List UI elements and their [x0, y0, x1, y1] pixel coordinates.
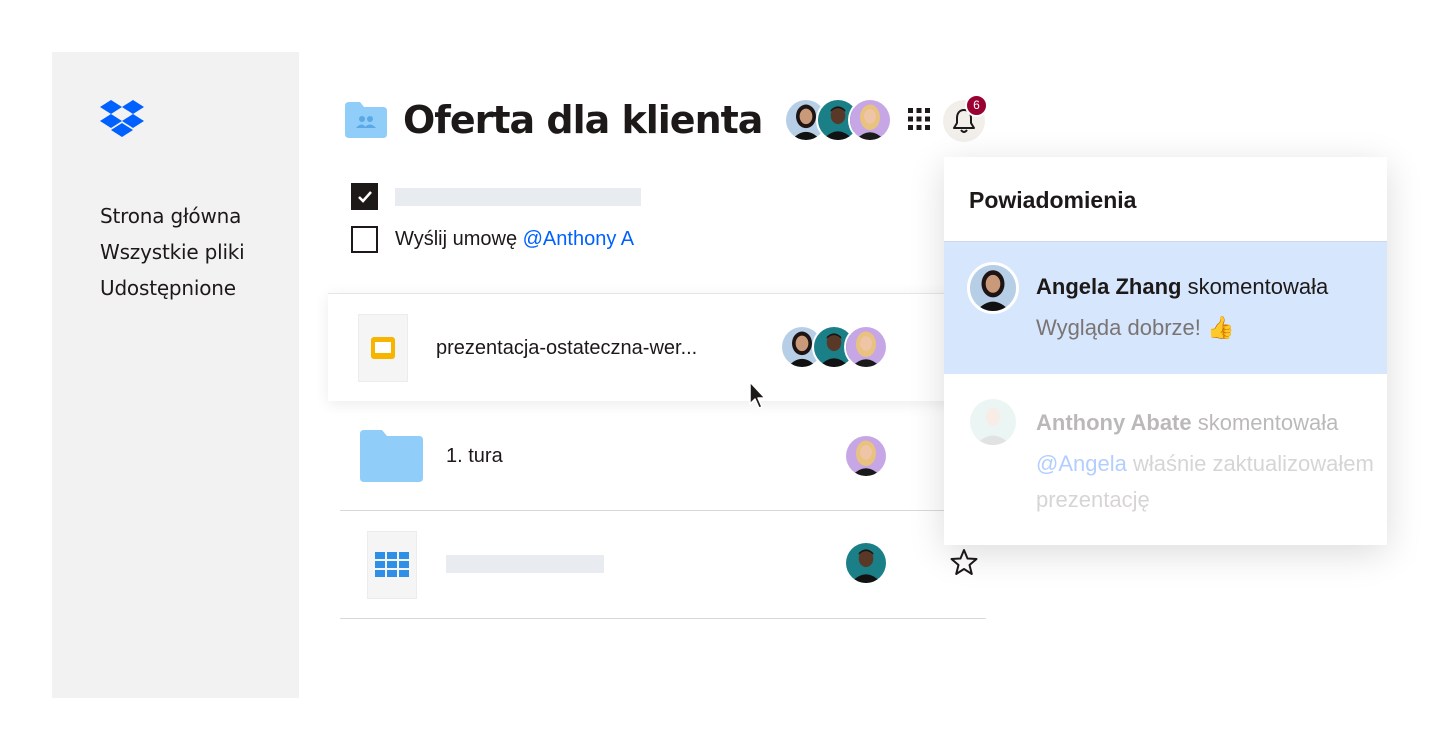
file-name[interactable]: prezentacja-ostateczna-wer...	[436, 337, 697, 360]
notification-header: Anthony Abate skomentowała	[1036, 410, 1338, 436]
avatar-collaborator[interactable]	[844, 325, 888, 369]
notification-header: Angela Zhang skomentowała	[1036, 274, 1328, 300]
collaborator-avatars[interactable]	[784, 98, 893, 142]
task-row: Wyślij umowę @Anthony A	[351, 226, 634, 253]
notification-author: Anthony Abate	[1036, 410, 1192, 435]
task-row	[351, 183, 641, 210]
task-text-placeholder	[395, 187, 641, 206]
avatar-collaborator[interactable]	[848, 98, 893, 142]
notifications-panel: Powiadomienia Angela Zhang skomentowała …	[944, 157, 1387, 545]
avatar-anthony-abate	[967, 396, 1019, 448]
task-checkbox[interactable]	[351, 226, 378, 253]
nav-item-all-files[interactable]: Wszystkie pliki	[100, 234, 245, 270]
file-name-placeholder	[446, 555, 604, 573]
sidebar-nav: Strona główna Wszystkie pliki Udostępnio…	[100, 198, 245, 306]
avatar-angela	[967, 262, 1019, 314]
file-shared-avatars[interactable]	[780, 325, 888, 369]
notifications-title: Powiadomienia	[969, 187, 1137, 213]
nav-item-shared[interactable]: Udostępnione	[100, 270, 245, 306]
notification-action: skomentowała	[1191, 410, 1339, 435]
slides-icon	[371, 337, 395, 359]
checkmark-icon	[357, 190, 372, 203]
shared-folder-icon	[345, 102, 387, 138]
task-text: Wyślij umowę @Anthony A	[395, 228, 634, 251]
avatar-anthony-a[interactable]	[844, 541, 888, 585]
apps-grid-icon[interactable]	[906, 106, 932, 132]
spreadsheet-file-thumbnail	[367, 531, 417, 599]
page-header: Oferta dla klienta 6	[345, 94, 988, 144]
notification-item[interactable]: Angela Zhang skomentowała Wygląda dobrze…	[944, 242, 1387, 374]
dropbox-logo-icon[interactable]	[100, 100, 144, 138]
file-row[interactable]	[328, 511, 986, 619]
notification-mention[interactable]: @Angela	[1036, 451, 1127, 476]
file-row[interactable]: prezentacja-ostateczna-wer...	[328, 293, 986, 401]
notification-item[interactable]: Anthony Abate skomentowała @Angela właśn…	[944, 374, 1387, 545]
task-mention-link[interactable]: @Anthony A	[523, 228, 634, 250]
star-icon[interactable]	[950, 548, 978, 576]
slides-file-thumbnail	[358, 314, 408, 382]
file-row[interactable]: 1. tura	[328, 401, 986, 509]
avatar-collaborator[interactable]	[844, 434, 888, 478]
notification-message: @Angela właśnie zaktualizowałem prezenta…	[1036, 446, 1376, 518]
notification-message: Wygląda dobrze! 👍	[1036, 315, 1235, 340]
mouse-cursor-icon	[749, 381, 766, 409]
notification-action: skomentowała	[1181, 274, 1329, 299]
folder-icon	[360, 430, 423, 482]
notification-author: Angela Zhang	[1036, 274, 1182, 299]
row-divider	[340, 618, 986, 619]
sidebar: Strona główna Wszystkie pliki Udostępnio…	[52, 52, 299, 698]
task-checkbox-checked[interactable]	[351, 183, 378, 210]
task-label: Wyślij umowę	[395, 228, 523, 250]
nav-item-home[interactable]: Strona główna	[100, 198, 245, 234]
page-title: Oferta dla klienta	[403, 98, 763, 142]
spreadsheet-icon	[375, 552, 409, 577]
folder-name[interactable]: 1. tura	[446, 445, 503, 468]
notification-count-badge: 6	[965, 94, 988, 117]
